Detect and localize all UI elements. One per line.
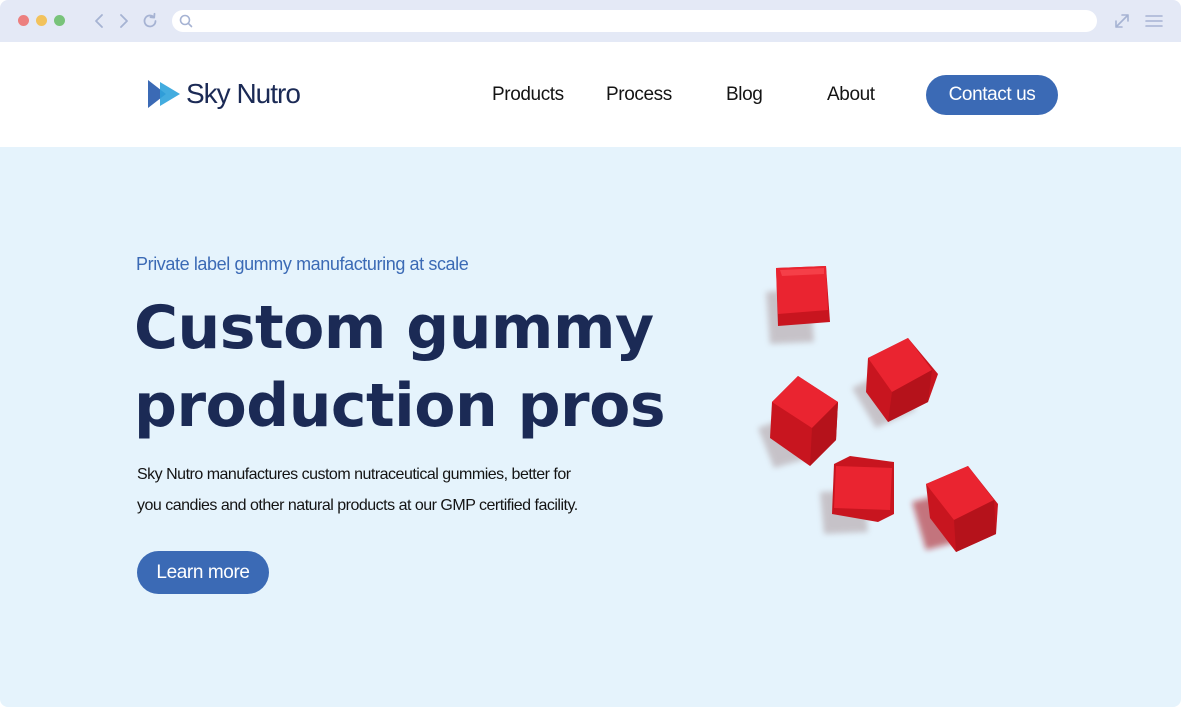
expand-icon[interactable] bbox=[1112, 11, 1132, 31]
hero-section: Private label gummy manufacturing at sca… bbox=[0, 147, 1181, 707]
hero-description-line-1: Sky Nutro manufactures custom nutraceuti… bbox=[137, 466, 571, 483]
hamburger-menu-icon[interactable] bbox=[1144, 11, 1164, 31]
reload-icon[interactable] bbox=[140, 11, 160, 31]
nav-about[interactable]: About bbox=[827, 84, 875, 106]
contact-us-button[interactable]: Contact us bbox=[926, 75, 1058, 115]
gummies-image bbox=[758, 266, 998, 552]
browser-chrome bbox=[0, 0, 1181, 42]
gummy-cube-4 bbox=[820, 456, 894, 534]
nav-blog[interactable]: Blog bbox=[726, 84, 763, 106]
chevron-left-icon[interactable] bbox=[91, 11, 107, 31]
address-bar[interactable] bbox=[172, 10, 1097, 32]
window-maximize-dot[interactable] bbox=[54, 15, 65, 26]
site-logo[interactable]: Sky Nutro bbox=[146, 76, 301, 112]
hero-eyebrow: Private label gummy manufacturing at sca… bbox=[136, 254, 469, 274]
site-header: Sky Nutro Products Process Blog About Co… bbox=[0, 42, 1181, 147]
gummy-cube-5 bbox=[912, 466, 998, 552]
logo-arrows-icon bbox=[148, 80, 180, 108]
hero-headline: Custom gummy production pros bbox=[134, 289, 694, 445]
hero-description: Sky Nutro manufactures custom nutraceuti… bbox=[137, 459, 617, 521]
chevron-right-icon[interactable] bbox=[116, 11, 132, 31]
window-close-dot[interactable] bbox=[18, 15, 29, 26]
gummy-cube-3 bbox=[758, 376, 838, 468]
window-minimize-dot[interactable] bbox=[36, 15, 47, 26]
logo-text: Sky Nutro bbox=[186, 78, 301, 109]
gummy-cube-1 bbox=[766, 266, 830, 344]
nav-products[interactable]: Products bbox=[492, 84, 564, 106]
gummy-cube-2 bbox=[852, 338, 938, 428]
learn-more-button[interactable]: Learn more bbox=[137, 551, 269, 594]
hero-headline-line-1: Custom gummy bbox=[134, 293, 654, 363]
hero-description-line-2: you candies and other natural products a… bbox=[137, 497, 578, 514]
hero-headline-line-2: production pros bbox=[134, 371, 666, 441]
search-icon bbox=[178, 13, 194, 29]
nav-process[interactable]: Process bbox=[606, 84, 672, 106]
